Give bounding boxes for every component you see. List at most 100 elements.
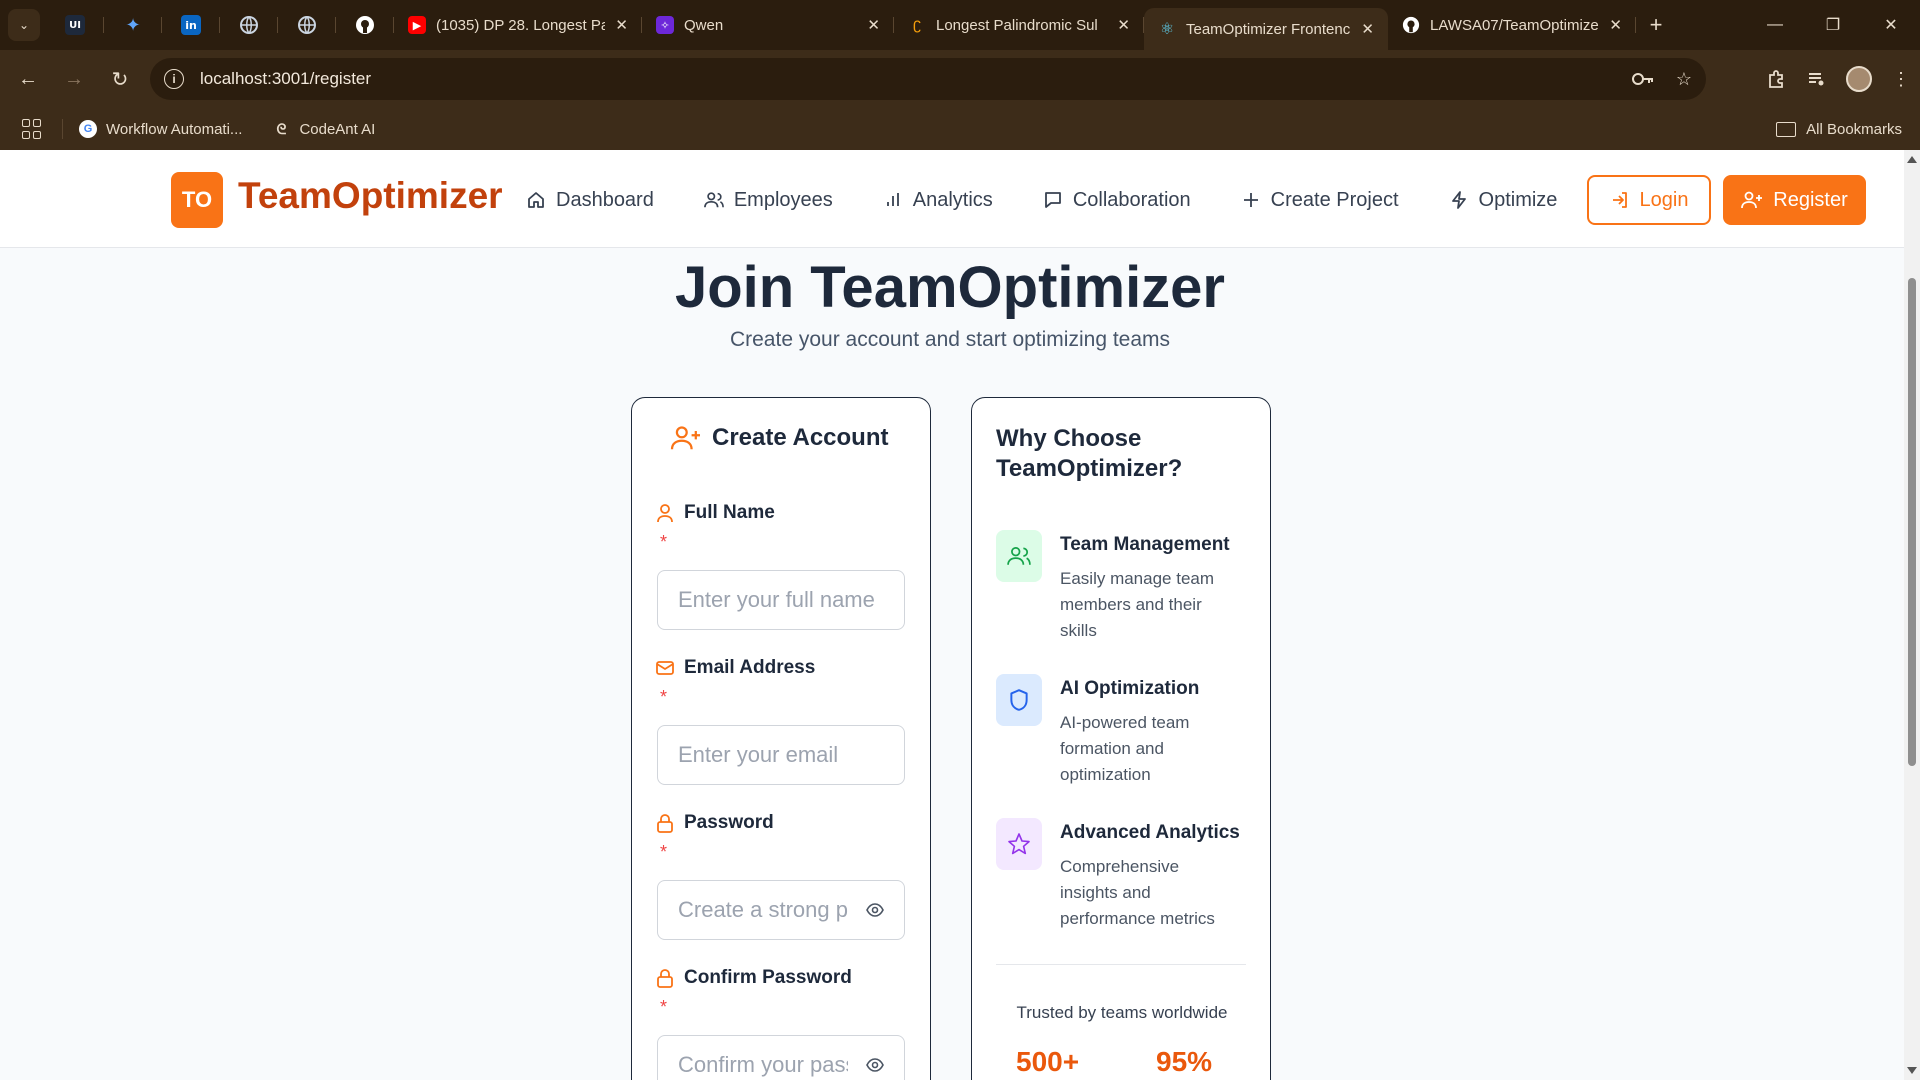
bookmarks-bar: G Workflow Automati... ᘓ CodeAnt AI All … bbox=[0, 108, 1920, 150]
close-icon[interactable]: ✕ bbox=[1117, 16, 1130, 34]
tab-github-repo[interactable]: LAWSA07/TeamOptimize ✕ bbox=[1388, 0, 1636, 50]
bookmark-label: Workflow Automati... bbox=[106, 120, 243, 138]
full-name-field-wrapper bbox=[657, 570, 905, 630]
close-icon[interactable]: ✕ bbox=[867, 16, 880, 34]
form-title: Create Account bbox=[670, 424, 888, 452]
close-window-icon[interactable]: ✕ bbox=[1862, 0, 1920, 50]
create-account-card: Create Account Full Name * Email Address… bbox=[631, 397, 931, 1080]
email-input[interactable] bbox=[658, 726, 904, 784]
password-key-icon[interactable] bbox=[1631, 72, 1654, 86]
url-text: localhost:3001/register bbox=[200, 69, 372, 88]
register-button[interactable]: Register bbox=[1723, 175, 1866, 225]
tab-title: Longest Palindromic Sul bbox=[936, 16, 1098, 34]
eye-icon[interactable] bbox=[866, 903, 884, 917]
tab-title: Qwen bbox=[684, 16, 724, 34]
extensions-icon[interactable] bbox=[1766, 69, 1786, 89]
why-title: Why Choose TeamOptimizer? bbox=[996, 425, 1183, 482]
pinned-tab-ui[interactable]: UI bbox=[46, 0, 104, 50]
window-controls: — ❐ ✕ bbox=[1746, 0, 1920, 50]
tab-title: (1035) DP 28. Longest Pa bbox=[436, 16, 606, 34]
scrollbar-thumb[interactable] bbox=[1908, 278, 1916, 766]
register-label: Register bbox=[1773, 188, 1848, 211]
bookmark-codeant[interactable]: ᘓ CodeAnt AI bbox=[272, 120, 376, 138]
app-header: TO TeamOptimizer Dashboard Employees Ana… bbox=[0, 150, 1904, 248]
linkedin-icon: in bbox=[181, 15, 201, 35]
full-name-label: Full Name bbox=[656, 502, 775, 524]
tab-teamoptimizer[interactable]: ⚛ TeamOptimizer Frontenc ✕ bbox=[1144, 8, 1388, 50]
feature-team-management: Team Management Easily manage team membe… bbox=[996, 530, 1256, 640]
pinned-tab-globe-1[interactable] bbox=[220, 0, 278, 50]
pinned-tab-gemini[interactable]: ✦ bbox=[104, 0, 162, 50]
bookmark-label: CodeAnt AI bbox=[299, 120, 376, 138]
field-label-text: Full Name bbox=[684, 502, 775, 523]
logo-mark[interactable]: TO bbox=[171, 172, 223, 228]
nav-employees[interactable]: Employees bbox=[703, 189, 833, 212]
tab-title: LAWSA07/TeamOptimize bbox=[1430, 16, 1599, 34]
profile-avatar[interactable] bbox=[1846, 66, 1872, 92]
apps-grid-icon[interactable] bbox=[22, 119, 42, 139]
close-icon[interactable]: ✕ bbox=[1609, 16, 1622, 34]
message-icon bbox=[1044, 192, 1061, 208]
nav-label: Optimize bbox=[1478, 188, 1558, 211]
site-info-icon[interactable]: i bbox=[164, 69, 184, 89]
bookmark-workflow[interactable]: G Workflow Automati... bbox=[79, 120, 242, 138]
pinned-tab-globe-2[interactable] bbox=[278, 0, 336, 50]
nav-collaboration[interactable]: Collaboration bbox=[1043, 189, 1191, 212]
back-button[interactable]: ← bbox=[6, 57, 50, 101]
field-label-text: Password bbox=[684, 812, 774, 833]
browser-toolbar: ← → ↻ i localhost:3001/register ☆ ⋮ bbox=[0, 50, 1920, 108]
trusted-text: Trusted by teams worldwide bbox=[1016, 1003, 1228, 1022]
tab-qwen[interactable]: ✧ Qwen ✕ bbox=[642, 0, 894, 50]
field-label-text: Email Address bbox=[684, 657, 816, 678]
nav-dashboard[interactable]: Dashboard bbox=[526, 189, 654, 212]
page-scrollbar[interactable] bbox=[1904, 150, 1920, 1080]
required-asterisk: * bbox=[660, 687, 668, 707]
tab-leetcode[interactable]: ʗ Longest Palindromic Sul ✕ bbox=[894, 0, 1144, 50]
nav-analytics[interactable]: Analytics bbox=[883, 189, 993, 212]
close-icon[interactable]: ✕ bbox=[615, 16, 628, 34]
new-tab-button[interactable]: + bbox=[1636, 0, 1676, 50]
tab-title: TeamOptimizer Frontenc bbox=[1186, 20, 1351, 38]
browser-tab-bar: ⌄ UI ✦ in ▶ (1035) DP 28. Longest Pa ✕ ✧… bbox=[0, 0, 1920, 50]
required-asterisk: * bbox=[660, 842, 668, 862]
bookmark-star-icon[interactable]: ☆ bbox=[1676, 69, 1692, 90]
user-icon bbox=[657, 504, 673, 523]
lock-icon bbox=[657, 814, 673, 833]
eye-icon[interactable] bbox=[866, 1058, 884, 1072]
minimize-icon[interactable]: — bbox=[1746, 0, 1804, 50]
nav-optimize[interactable]: Optimize bbox=[1449, 188, 1558, 212]
close-icon[interactable]: ✕ bbox=[1361, 20, 1374, 38]
feature-title: Advanced Analytics bbox=[1060, 822, 1240, 843]
home-icon bbox=[528, 192, 544, 208]
media-controls-icon[interactable] bbox=[1806, 69, 1826, 89]
globe-icon bbox=[240, 16, 258, 34]
tab-youtube[interactable]: ▶ (1035) DP 28. Longest Pa ✕ bbox=[394, 0, 642, 50]
forward-button[interactable]: → bbox=[52, 57, 96, 101]
why-choose-card: Why Choose TeamOptimizer? Team Managemen… bbox=[971, 397, 1271, 1080]
logo-text[interactable]: TeamOptimizer bbox=[238, 175, 503, 217]
address-bar[interactable]: i localhost:3001/register ☆ bbox=[150, 58, 1706, 100]
tab-search-button[interactable]: ⌄ bbox=[8, 9, 40, 41]
all-bookmarks[interactable]: All Bookmarks bbox=[1776, 108, 1902, 150]
qwen-icon: ✧ bbox=[656, 16, 674, 34]
scroll-down-icon[interactable] bbox=[1907, 1067, 1917, 1074]
full-name-input[interactable] bbox=[658, 571, 904, 629]
feature-advanced-analytics: Advanced Analytics Comprehensive insight… bbox=[996, 818, 1256, 928]
github-icon bbox=[1402, 16, 1420, 34]
feature-title: Team Management bbox=[1060, 534, 1230, 555]
nav-label: Create Project bbox=[1270, 188, 1399, 211]
reload-button[interactable]: ↻ bbox=[98, 57, 142, 101]
github-icon bbox=[356, 16, 374, 34]
feature-description: Easily manage team members and their ski… bbox=[1060, 569, 1215, 640]
nav-label: Collaboration bbox=[1072, 188, 1191, 211]
pinned-tab-linkedin[interactable]: in bbox=[162, 0, 220, 50]
nav-create-project[interactable]: Create Project bbox=[1241, 189, 1399, 212]
restore-icon[interactable]: ❐ bbox=[1804, 0, 1862, 50]
form-title-text: Create Account bbox=[712, 424, 889, 451]
required-asterisk: * bbox=[660, 997, 668, 1017]
field-label-text: Confirm Password bbox=[684, 967, 852, 988]
login-button[interactable]: Login bbox=[1587, 175, 1711, 225]
pinned-tab-github[interactable] bbox=[336, 0, 394, 50]
scroll-up-icon[interactable] bbox=[1907, 156, 1917, 163]
menu-kebab-icon[interactable]: ⋮ bbox=[1892, 69, 1910, 90]
